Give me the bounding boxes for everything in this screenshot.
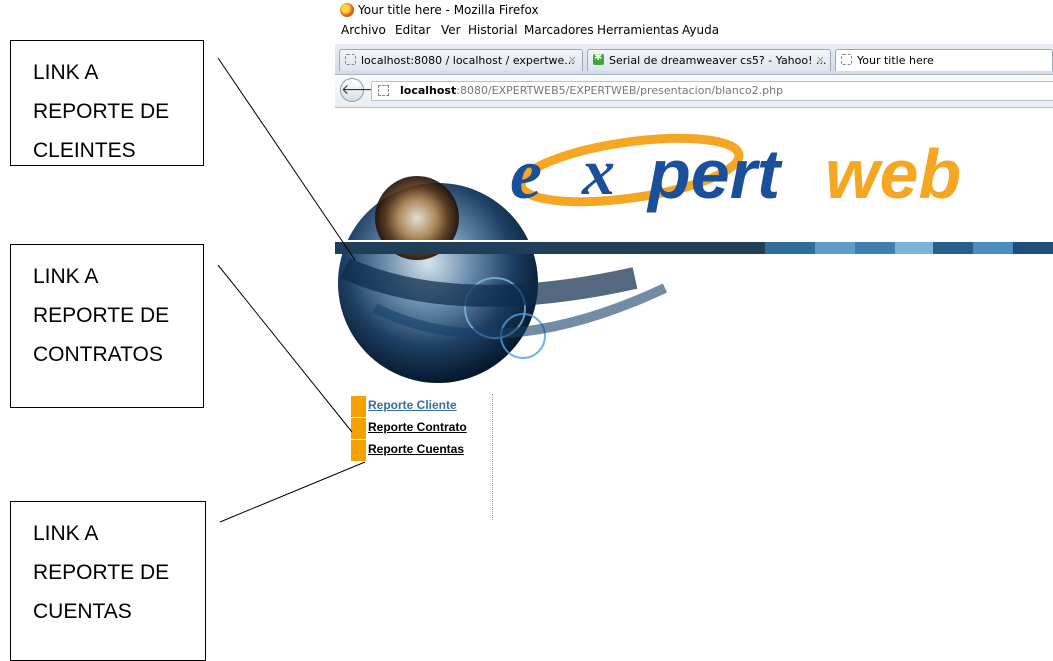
menu-herramientas[interactable]: Herramientas — [597, 23, 679, 37]
menu-bar: Archivo Editar Ver Historial Marcadores … — [335, 20, 1053, 40]
blank-page-icon — [841, 54, 852, 65]
menu-ayuda[interactable]: Ayuda — [682, 23, 719, 37]
blank-page-icon — [345, 54, 356, 65]
reporte-cliente-link[interactable]: Reporte Cliente — [368, 398, 457, 412]
browser-window: Your title here - Mozilla Firefox Archiv… — [335, 0, 1053, 660]
menu-historial[interactable]: Historial — [468, 23, 518, 37]
menu-divider — [492, 394, 493, 520]
annotation-line: CONTRATOS — [33, 343, 163, 366]
site-identity-icon[interactable] — [378, 85, 389, 96]
page-content: e x pert web Reporte Cliente Reporte Con… — [335, 108, 1053, 660]
close-icon[interactable]: × — [568, 53, 577, 66]
annotation-box-cuentas: LINK A REPORTE DE CUENTAS — [10, 501, 206, 661]
tab-active[interactable]: Your title here — [835, 49, 1053, 71]
logo-word-web: web — [825, 135, 961, 213]
menu-bullet — [351, 418, 366, 439]
firefox-icon — [340, 3, 354, 17]
url-text[interactable]: localhost:8080/EXPERTWEB5/EXPERTWEB/pres… — [400, 84, 783, 97]
reporte-contrato-link[interactable]: Reporte Contrato — [368, 420, 467, 434]
menu-item-reporte-cuentas: Reporte Cuentas — [351, 440, 496, 462]
annotation-line: CLEINTES — [33, 139, 136, 162]
tab-label: Serial de dreamweaver cs5? - Yahoo! ... — [609, 54, 827, 67]
menu-bullet — [351, 396, 366, 417]
menu-item-reporte-cliente: Reporte Cliente — [351, 396, 496, 418]
yahoo-answers-icon — [593, 52, 604, 65]
reports-menu: Reporte Cliente Reporte Contrato Reporte… — [351, 396, 496, 462]
menu-item-reporte-contrato: Reporte Contrato — [351, 418, 496, 440]
annotation-line: REPORTE DE — [33, 304, 170, 327]
annotation-box-contratos: LINK A REPORTE DE CONTRATOS — [10, 244, 204, 408]
url-path: :8080/EXPERTWEB5/EXPERTWEB/presentacion/… — [456, 84, 784, 97]
menu-archivo[interactable]: Archivo — [341, 23, 386, 37]
logo-letter-e: e — [510, 134, 542, 214]
menu-ver[interactable]: Ver — [441, 23, 461, 37]
menu-editar[interactable]: Editar — [395, 23, 431, 37]
annotation-line: REPORTE DE — [33, 100, 170, 123]
menu-bullet — [351, 440, 366, 461]
annotation-line: LINK A — [33, 522, 99, 545]
header-color-bar — [335, 242, 1053, 254]
title-bar: Your title here - Mozilla Firefox — [335, 0, 1053, 20]
annotation-line: LINK A — [33, 265, 99, 288]
annotation-line: LINK A — [33, 61, 99, 84]
menu-marcadores[interactable]: Marcadores — [524, 23, 594, 37]
annotation-line: REPORTE DE — [33, 561, 170, 584]
window-title: Your title here - Mozilla Firefox — [358, 3, 539, 17]
close-icon[interactable]: × — [816, 53, 825, 66]
annotation-line: CUENTAS — [33, 600, 132, 623]
tab-bar: localhost:8080 / localhost / expertwe...… — [335, 44, 1053, 75]
address-bar[interactable]: localhost:8080/EXPERTWEB5/EXPERTWEB/pres… — [371, 81, 1053, 101]
logo-letter-x: x — [581, 136, 615, 209]
tab-phpmyadmin[interactable]: localhost:8080 / localhost / expertwe...… — [339, 49, 583, 71]
pointer-line-contratos — [217, 264, 353, 433]
annotation-box-clientes: LINK A REPORTE DE CLEINTES — [10, 40, 204, 166]
reporte-cuentas-link[interactable]: Reporte Cuentas — [368, 442, 464, 456]
tab-yahoo[interactable]: Serial de dreamweaver cs5? - Yahoo! ... … — [587, 49, 831, 71]
tab-label: Your title here — [857, 54, 934, 67]
expertweb-logo: e x pert web — [510, 133, 961, 214]
url-host: localhost — [400, 84, 457, 97]
logo-word-pert: pert — [646, 135, 783, 213]
navigation-bar: 🡐 localhost:8080/EXPERTWEB5/EXPERTWEB/pr… — [335, 75, 1053, 108]
tab-label: localhost:8080 / localhost / expertwe... — [361, 54, 575, 67]
back-arrow-icon[interactable]: 🡐 — [340, 78, 379, 102]
